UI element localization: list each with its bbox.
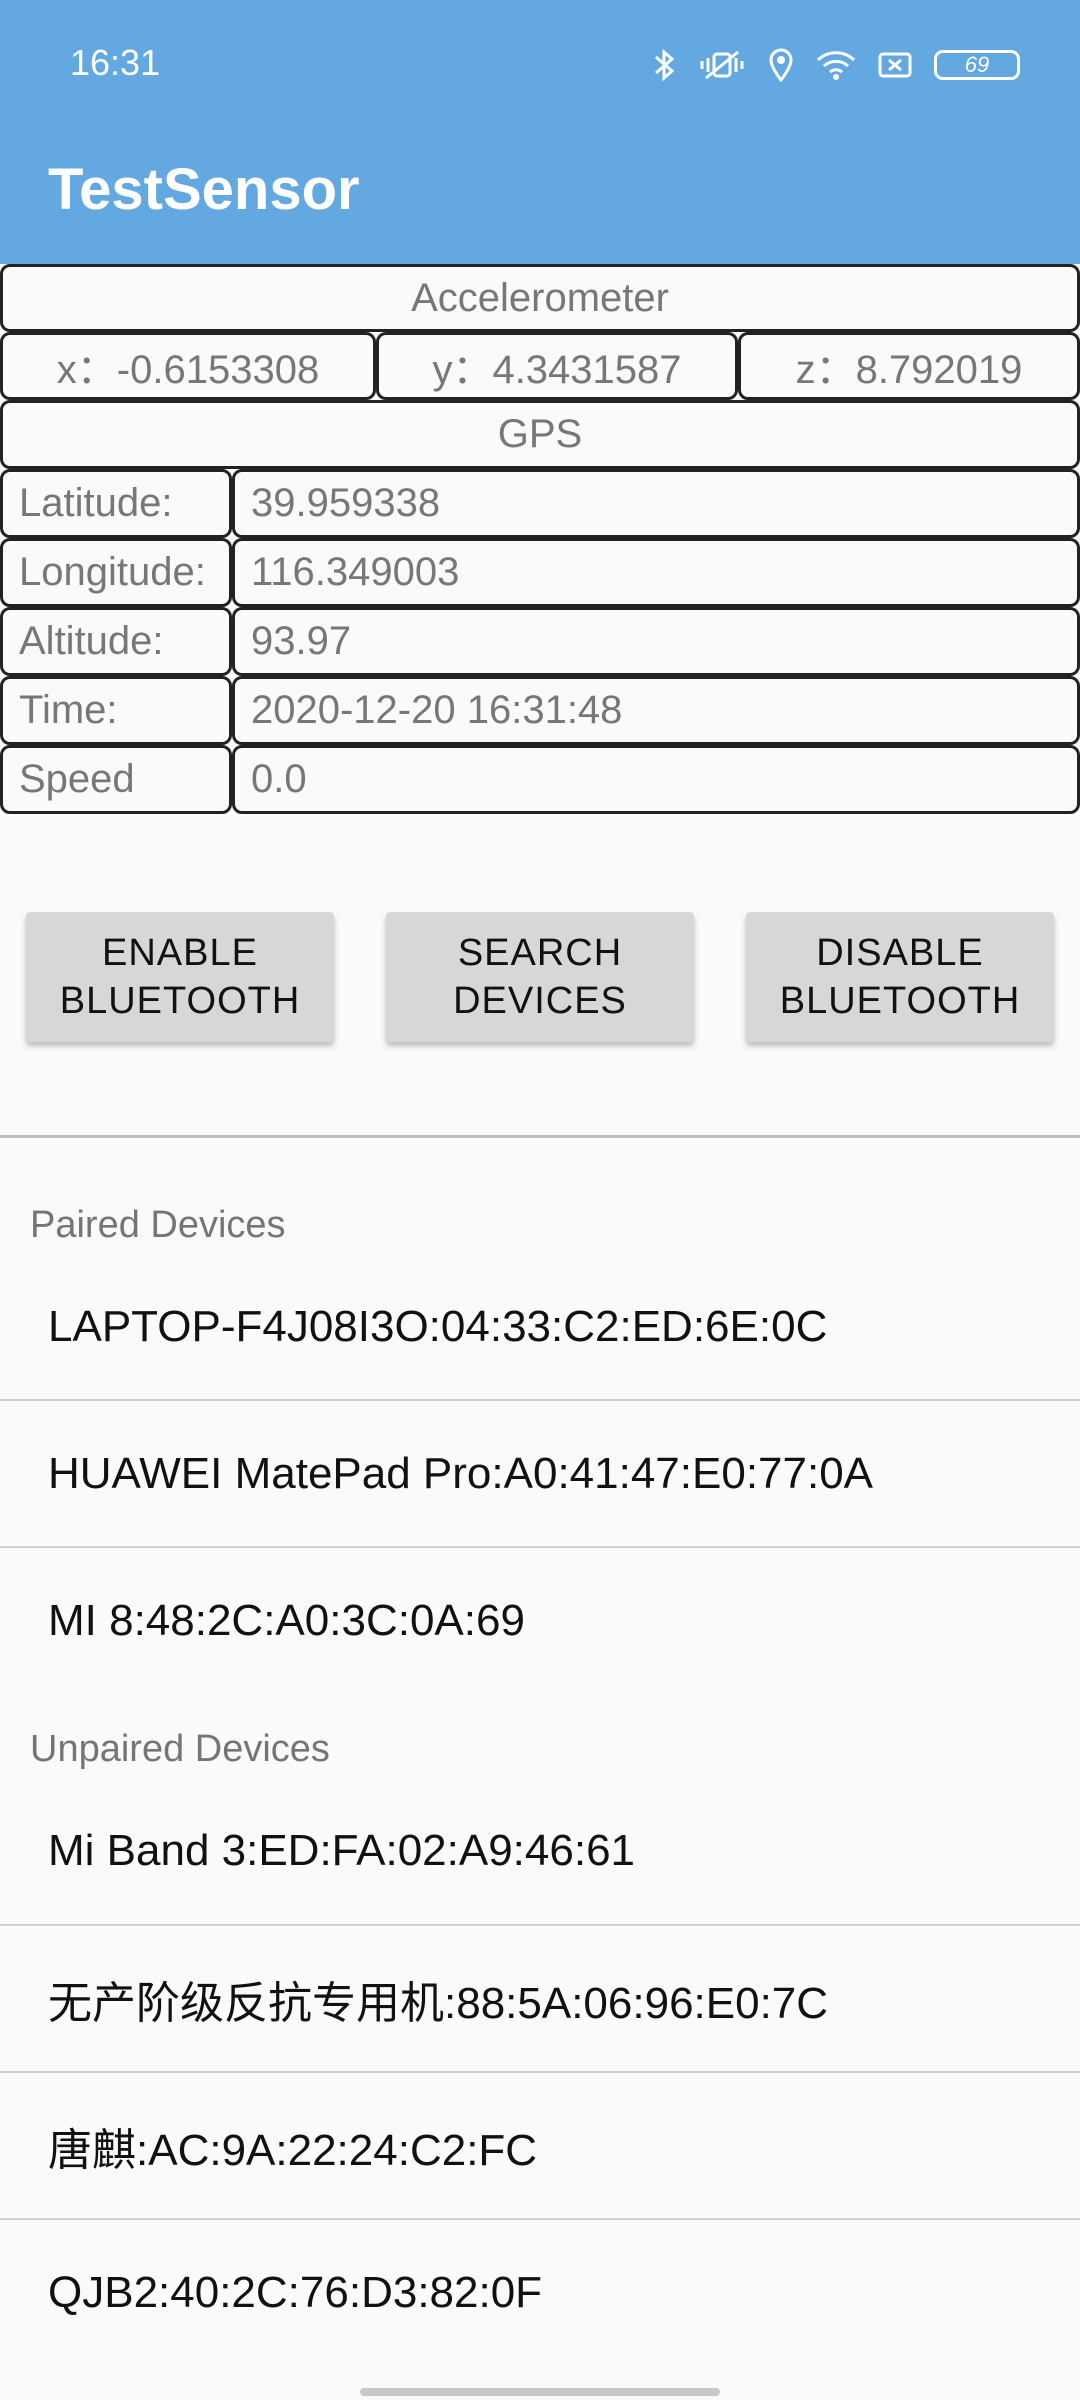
unpaired-device-item[interactable]: QJB2:40:2C:76:D3:82:0F bbox=[0, 2220, 1080, 2366]
unpaired-device-item[interactable]: 唐麒:AC:9A:22:24:C2:FC bbox=[0, 2073, 1080, 2219]
search-devices-button[interactable]: SEARCH DEVICES bbox=[386, 912, 694, 1042]
altitude-value: 93.97 bbox=[232, 607, 1080, 676]
status-time: 16:31 bbox=[70, 42, 161, 83]
disable-bluetooth-button[interactable]: DISABLE BLUETOOTH bbox=[746, 912, 1054, 1042]
latitude-label: Latitude: bbox=[0, 469, 232, 538]
wifi-icon bbox=[816, 48, 856, 82]
time-label: Time: bbox=[0, 676, 232, 745]
accel-x-value: x：-0.6153308 bbox=[0, 332, 376, 400]
battery-icon: 69 bbox=[934, 50, 1020, 80]
status-icons: 69 bbox=[652, 40, 1020, 90]
accel-z-value: z：8.792019 bbox=[738, 332, 1080, 400]
paired-device-item[interactable]: HUAWEI MatePad Pro:A0:41:47:E0:77:0A bbox=[0, 1401, 1080, 1547]
accelerometer-header: Accelerometer bbox=[0, 264, 1080, 332]
bluetooth-controls: ENABLE BLUETOOTH SEARCH DEVICES DISABLE … bbox=[0, 820, 1080, 1138]
altitude-label: Altitude: bbox=[0, 607, 232, 676]
vibrate-icon bbox=[698, 48, 746, 82]
latitude-value: 39.959338 bbox=[232, 469, 1080, 538]
status-bar: 16:31 69 bbox=[0, 0, 1080, 130]
home-indicator[interactable] bbox=[360, 2388, 720, 2396]
enable-bluetooth-button[interactable]: ENABLE BLUETOOTH bbox=[26, 912, 334, 1042]
bluetooth-icon bbox=[652, 47, 676, 83]
time-value: 2020-12-20 16:31:48 bbox=[232, 676, 1080, 745]
paired-device-item[interactable]: MI 8:48:2C:A0:3C:0A:69 bbox=[0, 1548, 1080, 1694]
unpaired-devices-header: Unpaired Devices bbox=[30, 1728, 330, 1770]
paired-device-item[interactable]: LAPTOP-F4J08I3O:04:33:C2:ED:6E:0C bbox=[0, 1254, 1080, 1400]
gps-header: GPS bbox=[0, 400, 1080, 469]
paired-devices-header: Paired Devices bbox=[30, 1204, 286, 1246]
longitude-label: Longitude: bbox=[0, 538, 232, 607]
app-title: TestSensor bbox=[48, 157, 360, 222]
unpaired-device-item[interactable]: 无产阶级反抗专用机:88:5A:06:96:E0:7C bbox=[0, 1926, 1080, 2072]
app-bar: TestSensor bbox=[0, 130, 1080, 264]
longitude-value: 116.349003 bbox=[232, 538, 1080, 607]
speed-value: 0.0 bbox=[232, 745, 1080, 814]
sim-icon bbox=[878, 50, 912, 80]
speed-label: Speed bbox=[0, 745, 232, 814]
location-icon bbox=[768, 48, 794, 82]
unpaired-device-item[interactable]: Mi Band 3:ED:FA:02:A9:46:61 bbox=[0, 1778, 1080, 1924]
accel-y-value: y：4.3431587 bbox=[376, 332, 738, 400]
